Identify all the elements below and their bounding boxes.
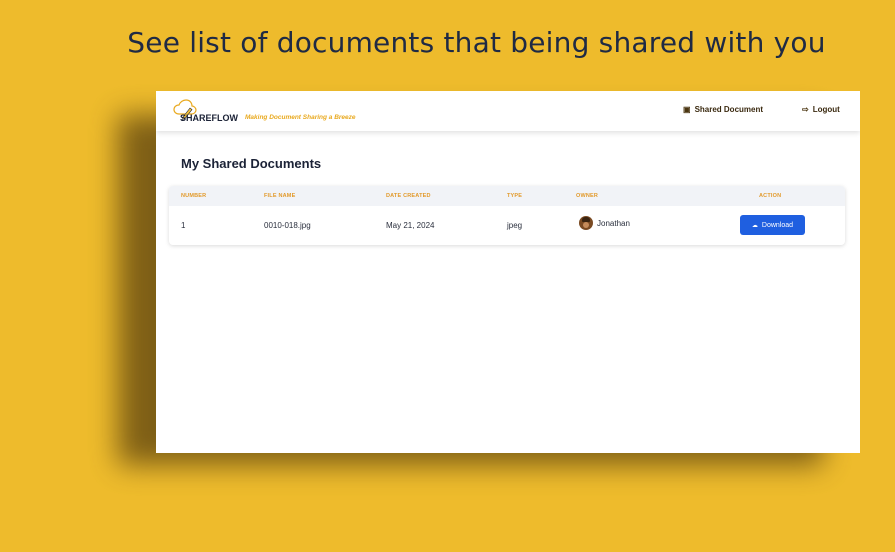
- cell-number: 1: [181, 221, 186, 230]
- brand-tagline: Making Document Sharing a Breeze: [245, 114, 356, 121]
- nav-logout[interactable]: ⇨ Logout: [802, 105, 840, 114]
- cell-type: jpeg: [507, 221, 523, 230]
- cloud-download-icon: ☁: [751, 222, 758, 229]
- cell-owner: Jonathan: [579, 216, 630, 230]
- nav-logout-label: Logout: [812, 105, 840, 114]
- page-title: My Shared Documents: [181, 156, 322, 171]
- column-header-file-name: FILE NAME: [264, 193, 296, 199]
- column-header-number: NUMBER: [181, 193, 207, 199]
- download-button-label: Download: [761, 221, 794, 229]
- cell-date-created: May 21, 2024: [386, 221, 435, 230]
- share-icon: ▣: [683, 105, 691, 114]
- app-window: SHAREFLOW Making Document Sharing a Bree…: [156, 91, 860, 453]
- nav-shared-document[interactable]: ▣ Shared Document: [683, 105, 763, 114]
- column-header-date-created: DATE CREATED: [386, 193, 431, 199]
- navbar: SHAREFLOW Making Document Sharing a Bree…: [156, 91, 860, 131]
- column-header-action: ACTION: [759, 193, 782, 199]
- cell-file-name: 0010-018.jpg: [264, 221, 311, 230]
- column-header-type: TYPE: [507, 193, 523, 199]
- avatar: [579, 216, 593, 230]
- table-header: NUMBER FILE NAME DATE CREATED TYPE OWNER…: [169, 186, 845, 206]
- column-header-owner: OWNER: [576, 193, 599, 199]
- download-button[interactable]: ☁ Download: [740, 215, 805, 235]
- brand-name: SHAREFLOW: [180, 113, 238, 123]
- owner-name: Jonathan: [597, 218, 630, 228]
- nav-shared-document-label: Shared Document: [694, 105, 764, 114]
- headline: See list of documents that being shared …: [127, 26, 826, 59]
- logout-icon: ⇨: [802, 105, 809, 114]
- documents-table: NUMBER FILE NAME DATE CREATED TYPE OWNER…: [169, 186, 845, 245]
